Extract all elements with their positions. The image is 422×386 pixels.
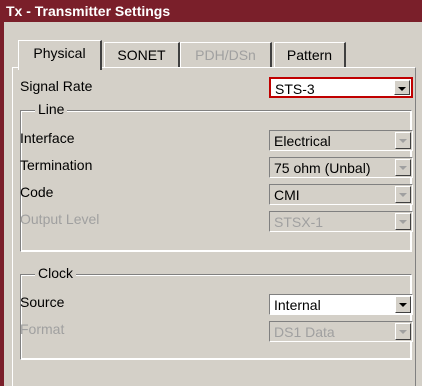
- code-label: Code: [20, 184, 54, 200]
- interface-select[interactable]: Electrical: [269, 130, 413, 151]
- clock-group: Clock: [20, 265, 412, 360]
- signal-rate-select[interactable]: STS-3: [269, 77, 413, 98]
- tab-pdh-dsn[interactable]: PDH/DSn: [180, 42, 272, 68]
- format-select[interactable]: DS1 Data: [269, 321, 413, 342]
- chevron-down-icon: [399, 139, 407, 143]
- tab-sonet[interactable]: SONET: [104, 42, 180, 68]
- source-label: Source: [20, 294, 65, 310]
- chevron-down-icon: [399, 193, 407, 197]
- source-dropdown-button[interactable]: [395, 296, 411, 313]
- termination-value: 75 ohm (Unbal): [274, 160, 371, 176]
- code-value: CMI: [274, 187, 300, 203]
- line-group-legend: Line: [35, 101, 68, 117]
- chevron-down-icon: [398, 87, 406, 91]
- window-left-border: [0, 22, 4, 386]
- chevron-down-icon: [399, 220, 407, 224]
- format-label: Format: [20, 321, 65, 337]
- output-level-value: STSX-1: [274, 214, 324, 230]
- chevron-down-icon: [399, 303, 407, 307]
- output-level-dropdown-button[interactable]: [395, 213, 411, 230]
- termination-select[interactable]: 75 ohm (Unbal): [269, 157, 413, 178]
- chevron-down-icon: [399, 166, 407, 170]
- termination-dropdown-button[interactable]: [395, 159, 411, 176]
- interface-value: Electrical: [274, 133, 331, 149]
- code-select[interactable]: CMI: [269, 184, 413, 205]
- interface-label: Interface: [20, 130, 75, 146]
- output-level-select[interactable]: STSX-1: [269, 211, 413, 232]
- clock-group-legend: Clock: [35, 265, 77, 281]
- output-level-label: Output Level: [20, 211, 100, 227]
- signal-rate-label: Signal Rate: [20, 78, 93, 94]
- format-value: DS1 Data: [274, 324, 335, 340]
- signal-rate-value: STS-3: [275, 81, 315, 97]
- signal-rate-dropdown-button[interactable]: [394, 80, 410, 95]
- tab-physical[interactable]: Physical: [18, 40, 102, 70]
- source-select[interactable]: Internal: [269, 294, 413, 315]
- format-dropdown-button[interactable]: [395, 323, 411, 340]
- termination-label: Termination: [20, 157, 93, 173]
- chevron-down-icon: [399, 330, 407, 334]
- tab-pattern[interactable]: Pattern: [274, 42, 346, 68]
- interface-dropdown-button[interactable]: [395, 132, 411, 149]
- window-title: Tx - Transmitter Settings: [0, 0, 422, 22]
- source-value: Internal: [274, 297, 321, 313]
- code-dropdown-button[interactable]: [395, 186, 411, 203]
